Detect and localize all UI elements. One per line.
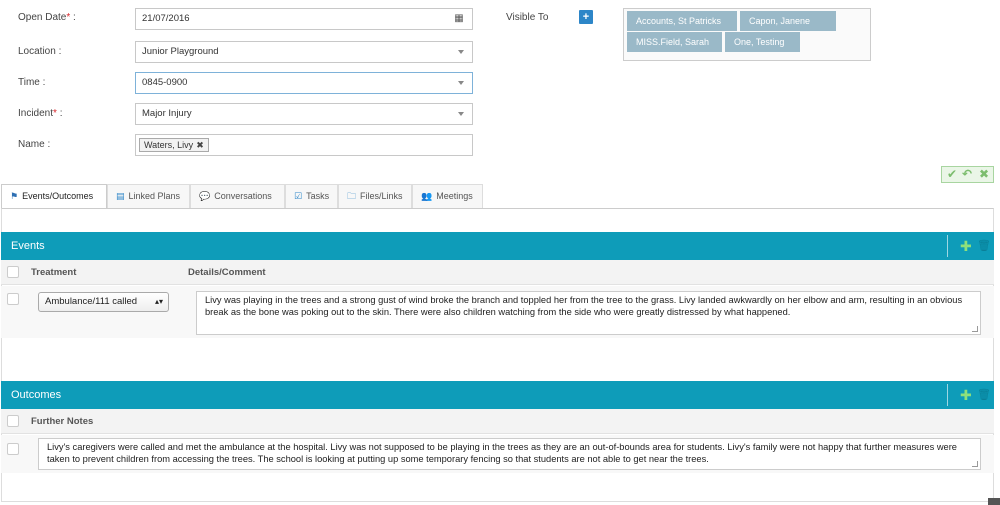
resize-handle[interactable] (972, 461, 978, 467)
name-input[interactable]: Waters, Livy ✖ (135, 134, 473, 156)
further-notes-textarea[interactable]: Livy's caregivers were called and met th… (38, 438, 981, 470)
treatment-column-header: Treatment (31, 267, 77, 278)
open-date-input[interactable]: 21/07/2016 ▦ (135, 8, 473, 30)
chevron-down-icon (458, 112, 464, 116)
action-buttons: ✔ ↶ ✖ (941, 166, 994, 183)
tab-tasks[interactable]: ☑ Tasks (285, 184, 338, 208)
tab-files-links[interactable]: 🗀 Files/Links (338, 184, 412, 208)
divider (947, 384, 948, 406)
events-section-header: Events ✚ 🗑 (1, 232, 994, 260)
tab-label: Linked Plans (128, 191, 181, 201)
name-tag-label: Waters, Livy (144, 140, 194, 150)
name-tag: Waters, Livy ✖ (139, 138, 209, 152)
time-label: Time : (18, 77, 46, 88)
name-label: Name : (18, 139, 51, 150)
events-title: Events (11, 240, 45, 252)
location-label: Location : (18, 46, 62, 57)
resize-handle[interactable] (972, 326, 978, 332)
tab-label: Events/Outcomes (22, 191, 94, 201)
event-row-checkbox[interactable] (7, 293, 19, 305)
visible-to-pill[interactable]: Accounts, St Patricks (627, 11, 737, 31)
select-all-events-checkbox[interactable] (7, 266, 19, 278)
outcomes-title: Outcomes (11, 389, 62, 401)
further-notes-column-header: Further Notes (31, 416, 94, 427)
tab-linked-plans[interactable]: ▤ Linked Plans (107, 184, 190, 208)
chevron-down-icon (458, 81, 464, 85)
add-outcome-icon[interactable]: ✚ (960, 381, 972, 409)
details-column-header: Details/Comment (188, 267, 266, 278)
open-date-value: 21/07/2016 (142, 13, 190, 24)
events-column-header: Treatment Details/Comment (1, 260, 994, 285)
divider (947, 235, 948, 257)
treatment-value: Ambulance/111 called (45, 296, 138, 307)
flag-icon: ⚑ (10, 191, 19, 201)
open-date-label: Open Date* : (18, 12, 76, 23)
undo-icon[interactable]: ↶ (962, 167, 972, 182)
further-notes-text: Livy's caregivers were called and met th… (47, 442, 957, 464)
calendar-icon[interactable]: ▦ (446, 9, 472, 29)
event-details-text: Livy was playing in the trees and a stro… (205, 295, 963, 317)
checkbox-icon: ☑ (294, 191, 303, 201)
group-icon: 👥 (421, 191, 433, 201)
add-event-icon[interactable]: ✚ (960, 232, 972, 260)
tab-label: Conversations (214, 191, 272, 201)
chat-icon: 💬 (199, 191, 211, 201)
remove-tag-icon[interactable]: ✖ (196, 140, 204, 150)
tab-label: Files/Links (360, 191, 403, 201)
time-select[interactable]: 0845-0900 (135, 72, 473, 94)
add-visible-to-button[interactable]: + (579, 10, 593, 24)
tab-events-outcomes[interactable]: ⚑ Events/Outcomes (1, 184, 107, 209)
tab-label: Tasks (306, 191, 330, 201)
tab-meetings[interactable]: 👥 Meetings (412, 184, 483, 208)
outcomes-section-header: Outcomes ✚ 🗑 (1, 381, 994, 409)
location-select[interactable]: Junior Playground (135, 41, 473, 63)
folder-icon: 🗀 (347, 191, 357, 201)
tab-conversations[interactable]: 💬 Conversations (190, 184, 285, 208)
incident-label: Incident* : (18, 108, 63, 119)
chevron-updown-icon: ▴▾ (154, 297, 163, 306)
incident-select[interactable]: Major Injury (135, 103, 473, 125)
delete-outcome-icon[interactable]: 🗑 (977, 381, 991, 409)
visible-to-pill[interactable]: MISS.Field, Sarah (627, 32, 722, 52)
outcome-row-checkbox[interactable] (7, 443, 19, 455)
cancel-icon[interactable]: ✖ (979, 167, 989, 182)
visible-to-pill[interactable]: One, Testing (725, 32, 800, 52)
incident-value: Major Injury (142, 108, 192, 119)
chevron-down-icon (458, 50, 464, 54)
save-icon[interactable]: ✔ (947, 167, 957, 182)
select-all-outcomes-checkbox[interactable] (7, 415, 19, 427)
location-value: Junior Playground (142, 46, 219, 57)
visible-to-label: Visible To (506, 12, 549, 23)
scrollbar-corner (988, 498, 1000, 505)
outcomes-column-header: Further Notes (1, 409, 994, 434)
time-value: 0845-0900 (142, 77, 188, 88)
list-icon: ▤ (116, 191, 125, 201)
tab-label: Meetings (436, 191, 473, 201)
visible-to-pill[interactable]: Capon, Janene (740, 11, 836, 31)
event-details-textarea[interactable]: Livy was playing in the trees and a stro… (196, 291, 981, 335)
delete-event-icon[interactable]: 🗑 (977, 232, 991, 260)
treatment-select[interactable]: Ambulance/111 called ▴▾ (38, 292, 169, 312)
